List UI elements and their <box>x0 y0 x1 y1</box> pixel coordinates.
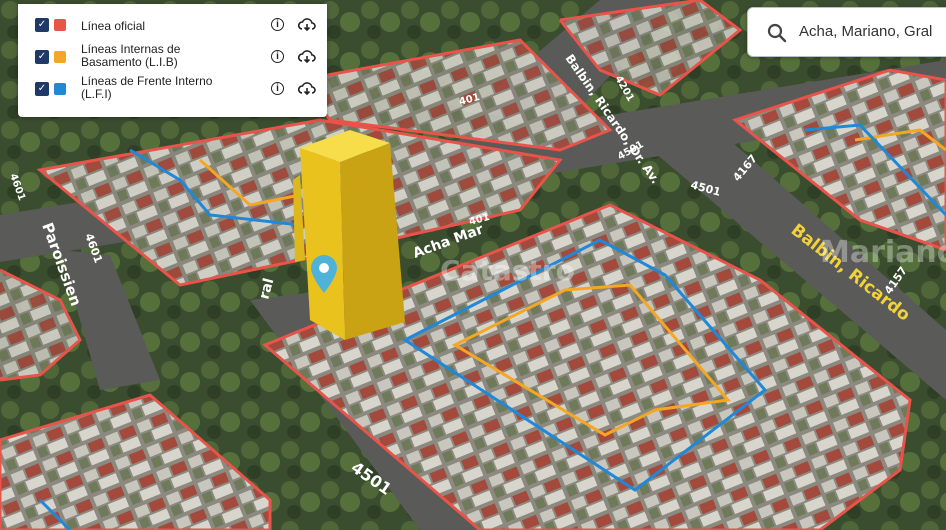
swatch-linea-oficial <box>54 19 66 31</box>
cloud-download-icon[interactable] <box>298 82 316 96</box>
swatch-lfi <box>54 83 66 95</box>
cloud-download-icon[interactable] <box>298 50 316 64</box>
legend-row-linea-oficial: ✓ Línea oficial i <box>18 8 327 40</box>
cloud-download-icon[interactable] <box>298 18 316 32</box>
selected-building-3d[interactable] <box>293 130 405 340</box>
legend-label: Líneas Internas de Basamento (L.I.B) <box>81 42 181 69</box>
watermark: Mariano <box>820 235 946 270</box>
checkbox-lfi[interactable]: ✓ <box>35 82 49 96</box>
search-icon[interactable] <box>767 23 787 43</box>
checkbox-linea-oficial[interactable]: ✓ <box>35 18 49 32</box>
search-box[interactable]: Acha, Mariano, Gral <box>747 7 946 57</box>
layer-legend-panel: ✓ Línea oficial i ✓ Líneas Internas de B… <box>18 4 327 117</box>
legend-label: Líneas de Frente Interno (L.F.I) <box>81 74 213 101</box>
legend-label: Línea oficial <box>81 19 146 33</box>
legend-row-lib: ✓ Líneas Internas de Basamento (L.I.B) i <box>18 40 327 72</box>
swatch-lib <box>54 51 66 63</box>
info-icon[interactable]: i <box>271 18 284 31</box>
legend-row-lfi: ✓ Líneas de Frente Interno (L.F.I) i <box>18 72 327 104</box>
checkbox-lib[interactable]: ✓ <box>35 50 49 64</box>
watermark: Catastro <box>440 254 575 287</box>
search-input[interactable]: Acha, Mariano, Gral <box>799 23 932 40</box>
info-icon[interactable]: i <box>271 50 284 63</box>
info-icon[interactable]: i <box>271 82 284 95</box>
